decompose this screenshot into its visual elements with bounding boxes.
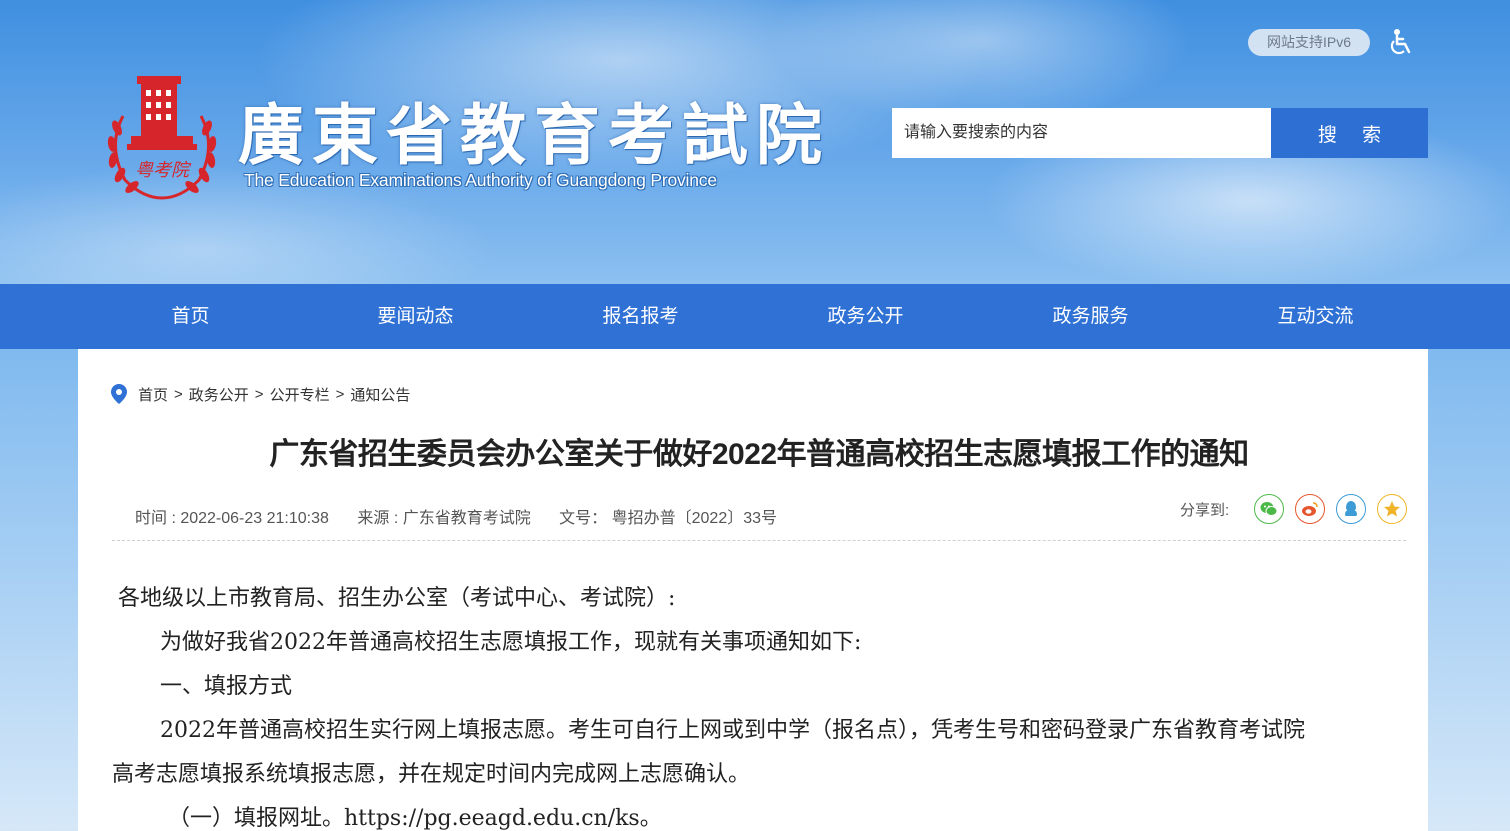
weibo-icon (1302, 502, 1318, 516)
breadcrumb-separator: > (174, 385, 183, 403)
svg-text:粤考院: 粤考院 (135, 160, 192, 181)
paragraph: 2022年普通高校招生实行网上填报志愿。考生可自行上网或到中学（报名点），凭考生… (160, 718, 1305, 743)
wheelchair-icon[interactable] (1388, 28, 1414, 56)
nav-item-government-info[interactable]: 政务公开 (753, 284, 978, 349)
article-meta: 时间 : 2022-06-23 21:10:38 来源 : 广东省教育考试院 文… (135, 504, 801, 528)
site-title[interactable]: 廣東省教育考試院 (238, 82, 830, 178)
share-label: 分享到: (1180, 501, 1230, 519)
share-qzone-button[interactable] (1377, 494, 1408, 524)
publish-time: 时间 : 2022-06-23 21:10:38 (135, 510, 329, 527)
nav-item-interaction[interactable]: 互动交流 (1203, 284, 1428, 349)
section-heading: 一、填报方式 (160, 674, 293, 699)
qzone-icon (1384, 501, 1401, 517)
ipv6-badge: 网站支持IPv6 (1248, 29, 1370, 56)
nav-item-home[interactable]: 首页 (78, 284, 303, 349)
share-bar: 分享到: (1180, 494, 1408, 524)
paragraph: 为做好我省2022年普通高校招生志愿填报工作，现就有关事项通知如下: (160, 630, 862, 655)
breadcrumb-item-government-info[interactable]: 政务公开 (189, 384, 249, 405)
document-number: 文号： 粤招办普〔2022〕33号 (559, 510, 778, 527)
paragraph-continuation: 高考志愿填报系统填报志愿，并在规定时间内完成网上志愿确认。 (112, 762, 751, 787)
share-qq-button[interactable] (1336, 494, 1367, 524)
article-source: 来源 : 广东省教育考试院 (357, 510, 531, 527)
breadcrumb-separator: > (335, 385, 345, 403)
nav-item-registration[interactable]: 报名报考 (528, 284, 753, 349)
nav-item-government-services[interactable]: 政务服务 (978, 284, 1203, 349)
breadcrumb-item-home[interactable]: 首页 (138, 384, 168, 405)
site-emblem-icon[interactable]: 粤考院 (103, 76, 221, 202)
location-pin-icon (111, 384, 127, 404)
wechat-icon (1260, 502, 1278, 516)
url-line: （一）填报网址。https://pg.eeagd.edu.cn/ks。 (168, 806, 662, 831)
search-button[interactable]: 搜 索 (1271, 108, 1428, 158)
nav-item-news[interactable]: 要闻动态 (303, 284, 528, 349)
site-header: 粤考院 廣東省教育考試院 The Education Examinations … (0, 0, 1510, 284)
qq-icon (1345, 501, 1358, 516)
breadcrumb-separator: > (254, 385, 264, 403)
article-panel: 首页 > 政务公开 > 公开专栏 > 通知公告 广东省招生委员会办公室关于做好2… (78, 349, 1428, 831)
search-input[interactable] (892, 108, 1271, 158)
breadcrumb-item-notices[interactable]: 通知公告 (350, 384, 410, 405)
share-weibo-button[interactable] (1295, 494, 1326, 524)
salutation: 各地级以上市教育局、招生办公室（考试中心、考试院）: (118, 586, 676, 611)
site-subtitle: The Education Examinations Authority of … (244, 170, 717, 190)
main-nav: 首页 要闻动态 报名报考 政务公开 政务服务 互动交流 (0, 284, 1510, 349)
article-body: 各地级以上市教育局、招生办公室（考试中心、考试院）: 为做好我省2022年普通高… (112, 577, 1402, 831)
share-wechat-button[interactable] (1254, 494, 1285, 524)
breadcrumb-item-public-column[interactable]: 公开专栏 (270, 384, 330, 405)
meta-divider (112, 540, 1406, 541)
article-title: 广东省招生委员会办公室关于做好2022年普通高校招生志愿填报工作的通知 (269, 438, 1249, 471)
breadcrumb: 首页 > 政务公开 > 公开专栏 > 通知公告 (110, 383, 410, 405)
